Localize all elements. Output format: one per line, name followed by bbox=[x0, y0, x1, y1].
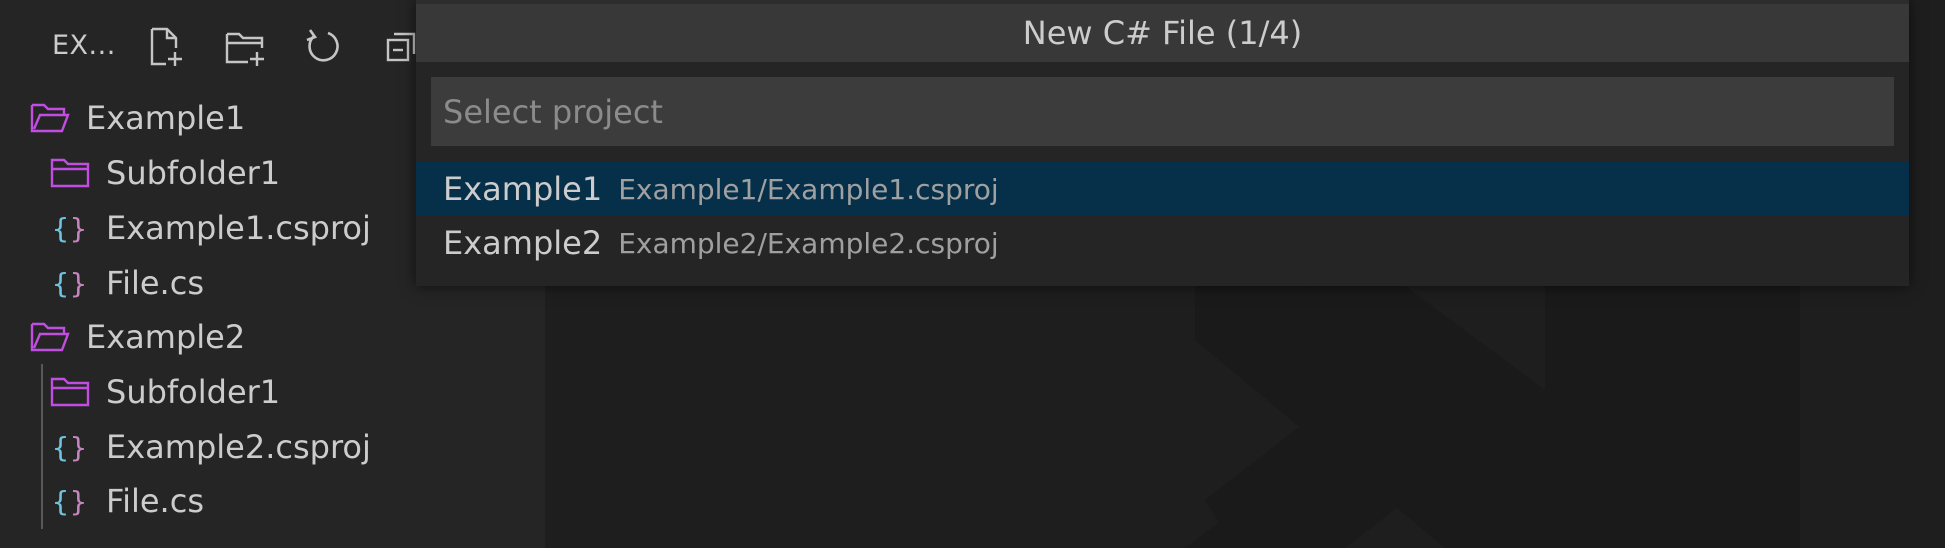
json-braces-icon: { } bbox=[52, 267, 87, 300]
tree-label: Subfolder1 bbox=[106, 154, 281, 192]
tree-file-file-cs[interactable]: { } File.cs bbox=[50, 256, 204, 310]
svg-text:}: } bbox=[70, 431, 87, 464]
tree-file-example1-csproj[interactable]: { } Example1.csproj bbox=[50, 201, 371, 255]
quick-pick-item-description: Example2/Example2.csproj bbox=[618, 226, 999, 260]
new-file-icon[interactable] bbox=[144, 26, 186, 68]
quick-pick-item-label: Example2 bbox=[443, 224, 603, 262]
tree-file-example2-csproj[interactable]: { } Example2.csproj bbox=[50, 420, 371, 474]
folder-icon bbox=[50, 158, 90, 188]
tree-file-file-cs[interactable]: { } File.cs bbox=[50, 474, 204, 528]
json-braces-icon: { } bbox=[52, 431, 87, 464]
quick-pick-item-description: Example1/Example1.csproj bbox=[618, 172, 999, 206]
indent-guide bbox=[41, 364, 43, 529]
svg-text:}: } bbox=[70, 267, 87, 300]
tree-folder-example2[interactable]: Example2 bbox=[30, 310, 245, 364]
json-braces-icon: { } bbox=[52, 485, 87, 518]
svg-text:{: { bbox=[52, 431, 69, 464]
tree-label: File.cs bbox=[106, 264, 204, 302]
svg-text:{: { bbox=[52, 485, 69, 518]
tree-label: Example1 bbox=[86, 99, 246, 137]
svg-text:{: { bbox=[52, 267, 69, 300]
folder-icon bbox=[50, 377, 90, 407]
svg-text:{: { bbox=[52, 212, 69, 245]
quick-pick-widget: New C# File (1/4) Example1 Example1/Exam… bbox=[416, 0, 1909, 286]
explorer-title: EX... bbox=[52, 30, 116, 61]
folder-open-icon bbox=[30, 322, 70, 352]
tree-folder-subfolder1[interactable]: Subfolder1 bbox=[50, 365, 280, 419]
quick-pick-input[interactable] bbox=[431, 77, 1894, 146]
folder-open-icon bbox=[30, 103, 70, 133]
tree-label: Example1.csproj bbox=[106, 209, 371, 247]
tree-folder-subfolder1[interactable]: Subfolder1 bbox=[50, 146, 280, 200]
svg-text:}: } bbox=[70, 212, 87, 245]
json-braces-icon: { } bbox=[52, 212, 87, 245]
quick-pick-item-example1[interactable]: Example1 Example1/Example1.csproj bbox=[416, 162, 1909, 216]
tree-folder-example1[interactable]: Example1 bbox=[30, 91, 245, 145]
quick-pick-item-example2[interactable]: Example2 Example2/Example2.csproj bbox=[416, 216, 1909, 270]
svg-text:}: } bbox=[70, 485, 87, 518]
tree-label: Example2.csproj bbox=[106, 428, 371, 466]
tree-label: Subfolder1 bbox=[106, 373, 281, 411]
quick-pick-title: New C# File (1/4) bbox=[416, 0, 1909, 62]
tree-label: Example2 bbox=[86, 318, 246, 356]
new-folder-icon[interactable] bbox=[224, 26, 266, 68]
tree-label: File.cs bbox=[106, 482, 204, 520]
refresh-icon[interactable] bbox=[302, 26, 344, 68]
quick-pick-item-label: Example1 bbox=[443, 170, 603, 208]
